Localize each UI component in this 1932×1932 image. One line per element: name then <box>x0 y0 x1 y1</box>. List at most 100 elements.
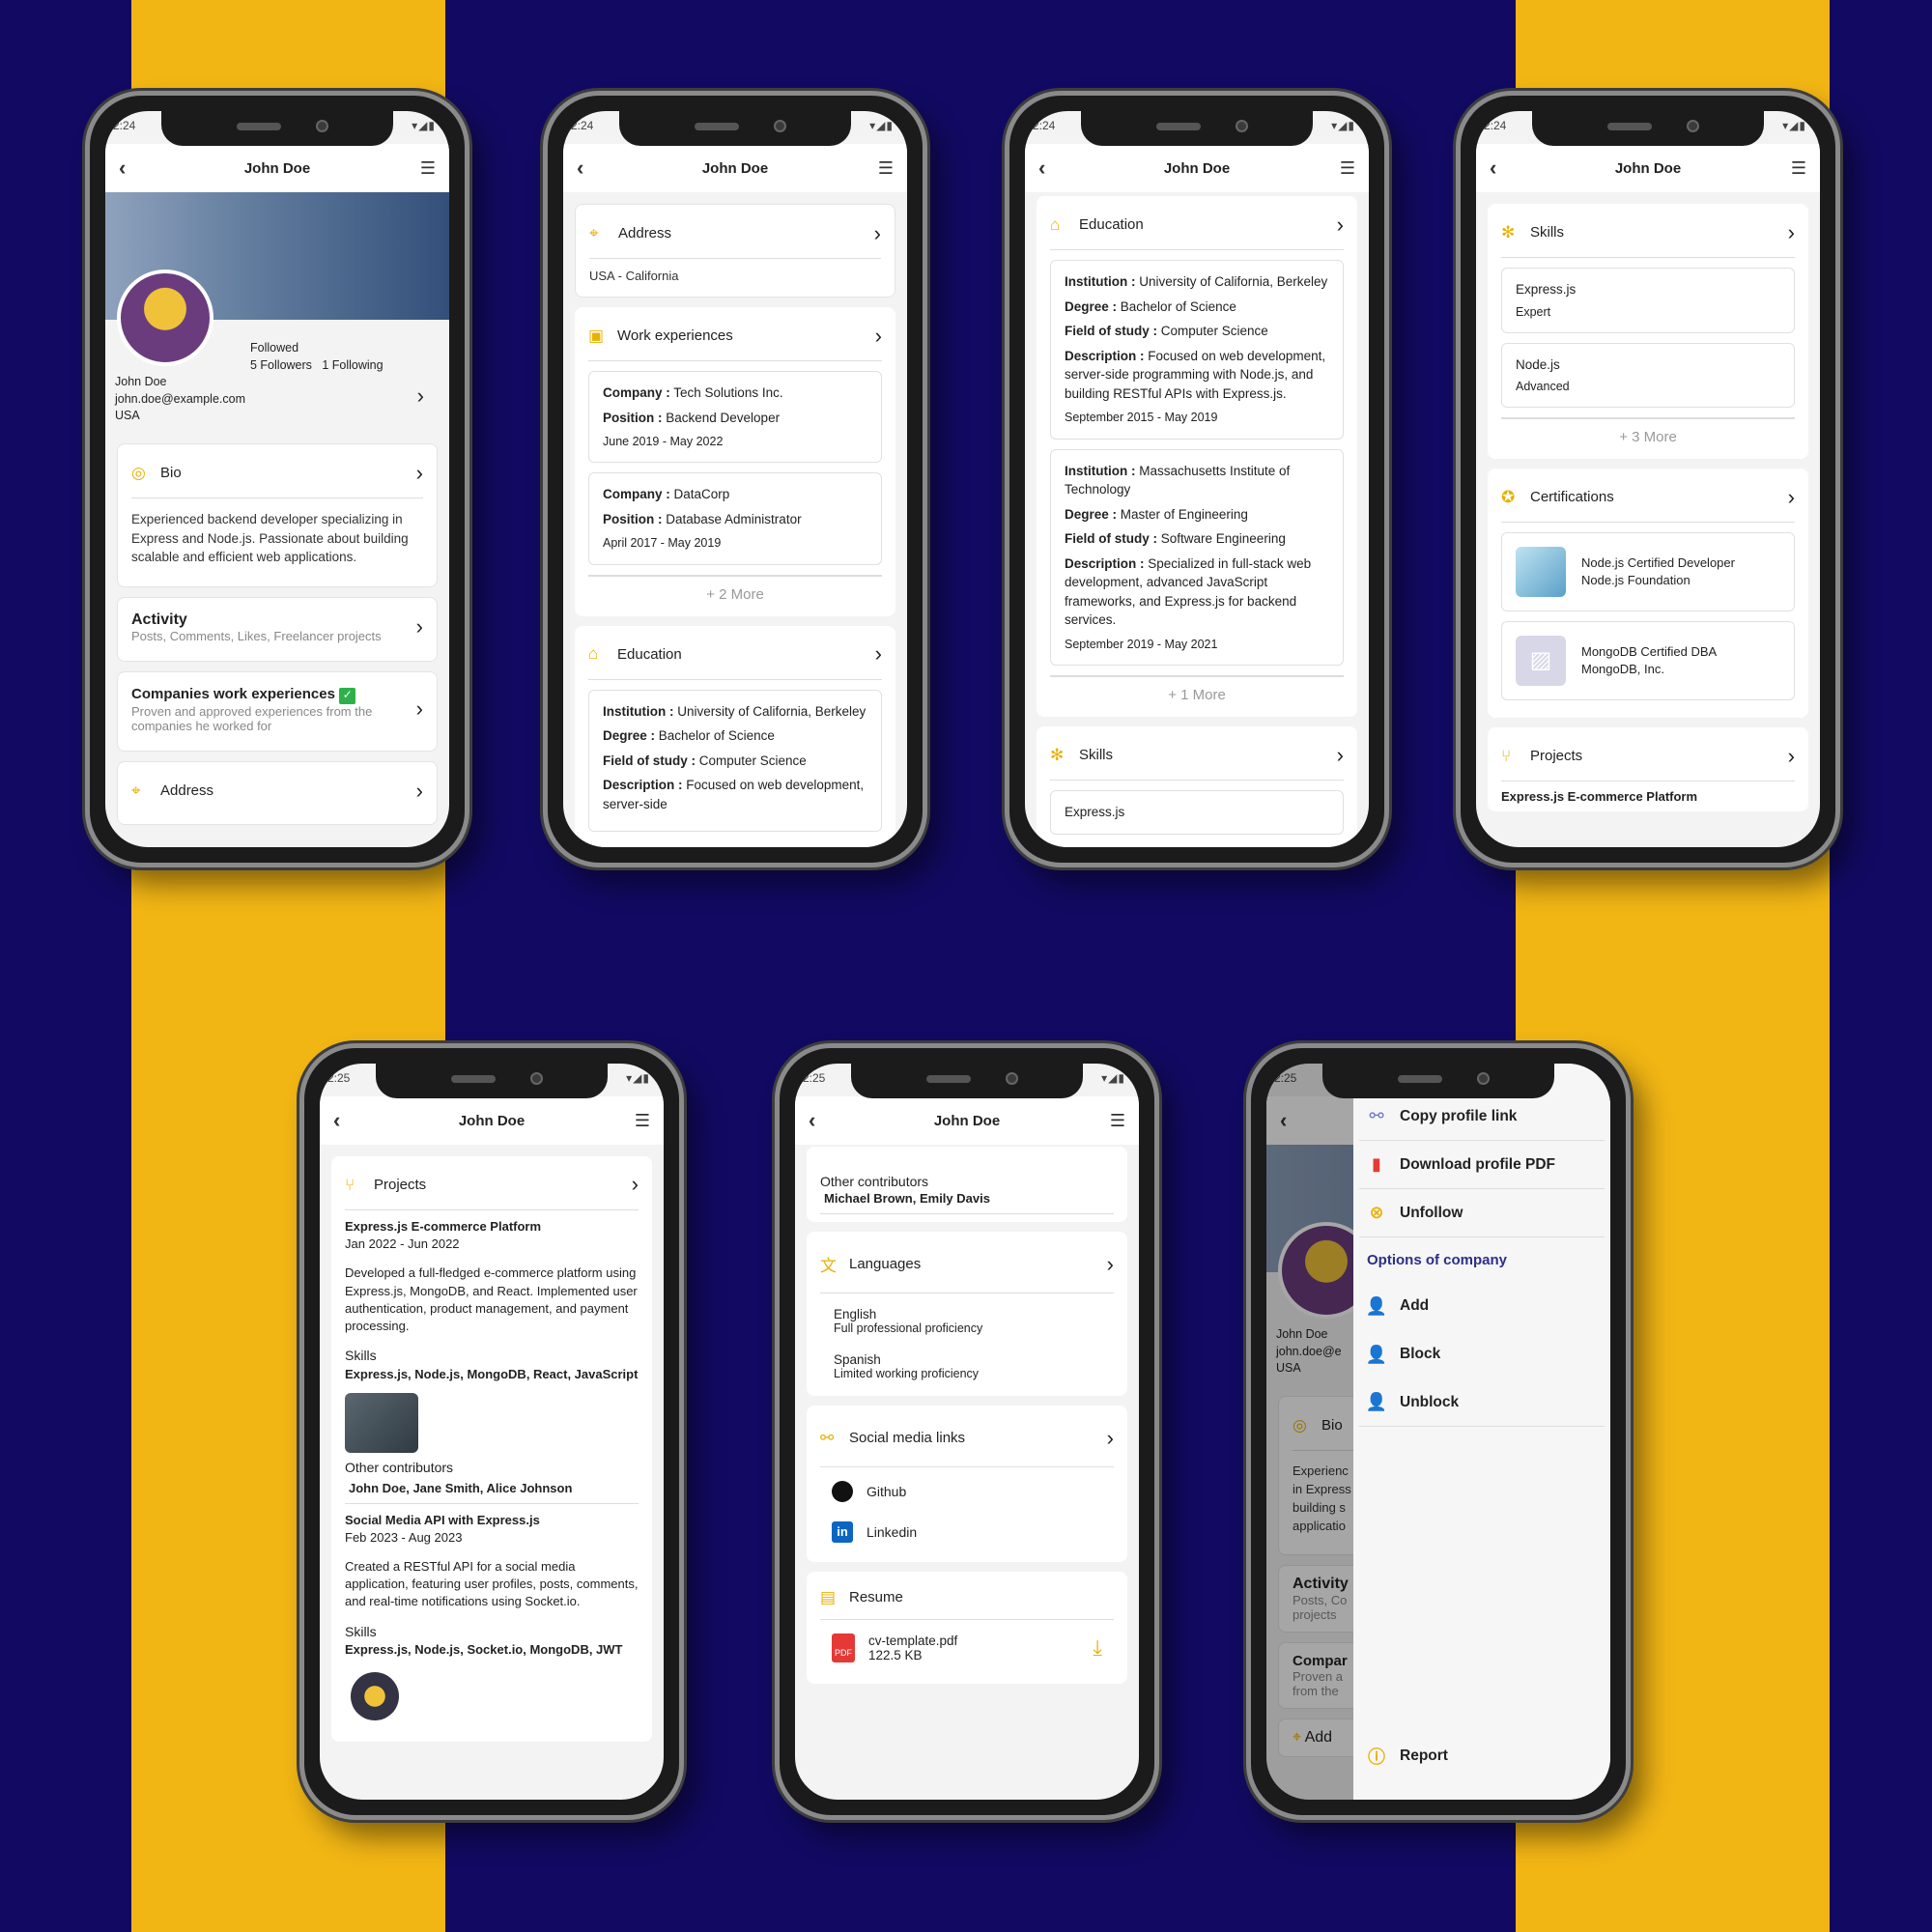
options-drawer: ⚯ Copy profile link ▮ Download profile PDF… <box>1353 1064 1610 1800</box>
education-item: Institution : University of California, … <box>588 689 882 833</box>
notch <box>851 1064 1083 1098</box>
notch <box>619 111 851 146</box>
social-title: Social media links <box>849 1430 966 1446</box>
sparkle-icon: ✻ <box>1050 745 1065 764</box>
work-chevron-icon[interactable]: › <box>875 324 882 349</box>
document-icon: ▤ <box>820 1587 837 1606</box>
image-placeholder-icon: ▨ <box>1516 636 1566 687</box>
education-more-link[interactable]: + 1 More <box>1050 675 1344 709</box>
resume-file[interactable]: PDF cv-template.pdf 122.5 KB ⤓ <box>820 1620 1114 1676</box>
address-card[interactable]: ⌖ Address › <box>117 760 438 825</box>
github-link[interactable]: Github <box>820 1467 1114 1510</box>
work-more-link[interactable]: + 2 More <box>588 574 882 609</box>
project-thumbnail-icon[interactable] <box>345 1392 418 1453</box>
project-title: Social Media API with Express.js <box>345 1512 540 1527</box>
address-chevron-icon[interactable]: › <box>416 779 423 804</box>
report-item[interactable]: ⓘ Report <box>1359 1732 1605 1780</box>
resume-card: ▤ Resume PDF cv-template.pdf 122.5 KB ⤓ <box>807 1572 1127 1684</box>
menu-icon[interactable]: ☰ <box>878 158 894 179</box>
block-item[interactable]: 👤 Block <box>1359 1330 1605 1378</box>
following-count[interactable]: 1 Following <box>322 358 383 372</box>
company-exp-card[interactable]: Companies work experiences ✓ Proven and … <box>117 670 438 752</box>
cert-item[interactable]: Node.js Certified Developer Node.js Found… <box>1501 532 1795 612</box>
add-item[interactable]: 👤 Add <box>1359 1282 1605 1330</box>
bio-chevron-icon[interactable]: › <box>416 461 423 486</box>
github-icon <box>832 1481 853 1502</box>
projects-card: ⑂ Projects › Express.js E-commerce Platfor… <box>331 1156 652 1743</box>
download-pdf-item[interactable]: ▮ Download profile PDF <box>1359 1141 1605 1189</box>
followers-count[interactable]: 5 Followers <box>250 358 312 372</box>
menu-icon[interactable]: ☰ <box>1340 158 1355 179</box>
profile-name: John Doe <box>115 375 167 388</box>
bio-text: Experienced backend developer specializi… <box>131 512 409 565</box>
project-illustration-icon[interactable] <box>351 1672 399 1721</box>
linkedin-link[interactable]: in Linkedin <box>820 1510 1114 1554</box>
notch <box>376 1064 608 1098</box>
header-title: John Doe <box>243 159 311 177</box>
copy-link-item[interactable]: ⚯ Copy profile link <box>1359 1093 1605 1141</box>
back-icon[interactable]: ‹ <box>1490 156 1496 181</box>
user-block-icon: 👤 <box>1365 1344 1388 1364</box>
social-chevron-icon[interactable]: › <box>1107 1426 1114 1451</box>
notch <box>1532 111 1764 146</box>
sparkle-icon: ✻ <box>1501 222 1516 242</box>
address-card: ⌖ Address › USA - California <box>575 204 895 298</box>
address-chevron-icon[interactable]: › <box>874 221 881 246</box>
education-chevron-icon[interactable]: › <box>875 641 882 667</box>
back-icon[interactable]: ‹ <box>119 156 126 181</box>
unblock-item[interactable]: 👤 Unblock <box>1359 1378 1605 1427</box>
back-icon[interactable]: ‹ <box>577 156 583 181</box>
activity-card[interactable]: Activity Posts, Comments, Likes, Freelan… <box>117 596 438 662</box>
briefcase-icon: ▣ <box>588 326 605 345</box>
screen: 2:24 ▾◢▮ ‹ John Doe ☰ Followed 5 Follower… <box>105 111 449 847</box>
menu-icon[interactable]: ☰ <box>1791 158 1806 179</box>
activity-title: Activity <box>131 611 187 628</box>
back-icon[interactable]: ‹ <box>1038 156 1045 181</box>
menu-icon[interactable]: ☰ <box>635 1111 650 1131</box>
phone-work: 2:24 ▾◢▮ ‹ John Doe ☰ ⌖ Address › USA - Cal… <box>543 91 927 867</box>
menu-icon[interactable]: ☰ <box>420 158 436 179</box>
app-header: ‹ John Doe ☰ <box>105 144 449 192</box>
follow-status: Followed <box>250 341 299 355</box>
skills-more-link[interactable]: + 3 More <box>1501 417 1795 451</box>
back-icon[interactable]: ‹ <box>809 1108 815 1133</box>
screen: 2:25 ▾◢▮ ‹ John Doe ☰ ⑂ Projects › Express.… <box>320 1064 664 1800</box>
screen: 2:24 ▾◢▮ ‹ John Doe ☰ ⌂ Education › Institu… <box>1025 111 1369 847</box>
company-exp-chevron-icon[interactable]: › <box>416 696 423 722</box>
projects-chevron-icon[interactable]: › <box>632 1170 639 1200</box>
projects-title: Projects <box>1530 748 1583 765</box>
activity-sub: Posts, Comments, Likes, Freelancer proje… <box>131 628 382 643</box>
cert-chevron-icon[interactable]: › <box>1788 485 1795 510</box>
profile-chevron-icon[interactable]: › <box>417 382 424 412</box>
header-title: John Doe <box>458 1112 526 1129</box>
activity-chevron-icon[interactable]: › <box>416 614 423 639</box>
bio-card: ◎ Bio › Experienced backend developer spec… <box>117 443 438 587</box>
project-dates: Jan 2022 - Jun 2022 <box>345 1236 460 1252</box>
languages-chevron-icon[interactable]: › <box>1107 1252 1114 1277</box>
projects-chevron-icon[interactable]: › <box>1788 744 1795 769</box>
screen: 2:25 ▾◢▮ ‹ John Doe ☰ Other contributors … <box>795 1064 1139 1800</box>
education-chevron-icon[interactable]: › <box>1337 213 1344 238</box>
download-icon[interactable]: ⤓ <box>1093 1635 1102 1661</box>
drawer-scrim[interactable] <box>1266 1064 1353 1800</box>
phone-languages: 2:25 ▾◢▮ ‹ John Doe ☰ Other contributors … <box>775 1043 1159 1820</box>
back-icon[interactable]: ‹ <box>333 1108 340 1133</box>
user-add-icon: 👤 <box>1365 1295 1388 1316</box>
company-options-heading: Options of company <box>1367 1251 1508 1268</box>
skills-chevron-icon[interactable]: › <box>1337 743 1344 768</box>
project-title: Express.js E-commerce Platform <box>1501 789 1698 805</box>
menu-icon[interactable]: ☰ <box>1110 1111 1125 1131</box>
skill-item: Node.js Advanced <box>1501 342 1795 409</box>
contributors-card: Other contributors Michael Brown, Emily … <box>807 1147 1127 1222</box>
avatar[interactable] <box>117 270 213 366</box>
skills-card: ✻ Skills › Express.js Expert Node.js Advance… <box>1488 204 1808 460</box>
unfollow-item[interactable]: ⊗ Unfollow <box>1359 1189 1605 1237</box>
phone-profile: 2:24 ▾◢▮ ‹ John Doe ☰ Followed 5 Follower… <box>85 91 469 867</box>
skills-chevron-icon[interactable]: › <box>1788 220 1795 245</box>
languages-card: 文 Languages › English Full professional pro… <box>807 1232 1127 1396</box>
projects-card: ⑂ Projects › Express.js E-commerce Platfor… <box>1488 727 1808 812</box>
skills-card: ✻ Skills › Express.js <box>1037 726 1357 847</box>
cert-item[interactable]: ▨ MongoDB Certified DBA MongoDB, Inc. <box>1501 621 1795 701</box>
project-desc: Developed a full-fledged e-commerce plat… <box>345 1265 638 1333</box>
user-circle-icon: ◎ <box>131 463 146 482</box>
